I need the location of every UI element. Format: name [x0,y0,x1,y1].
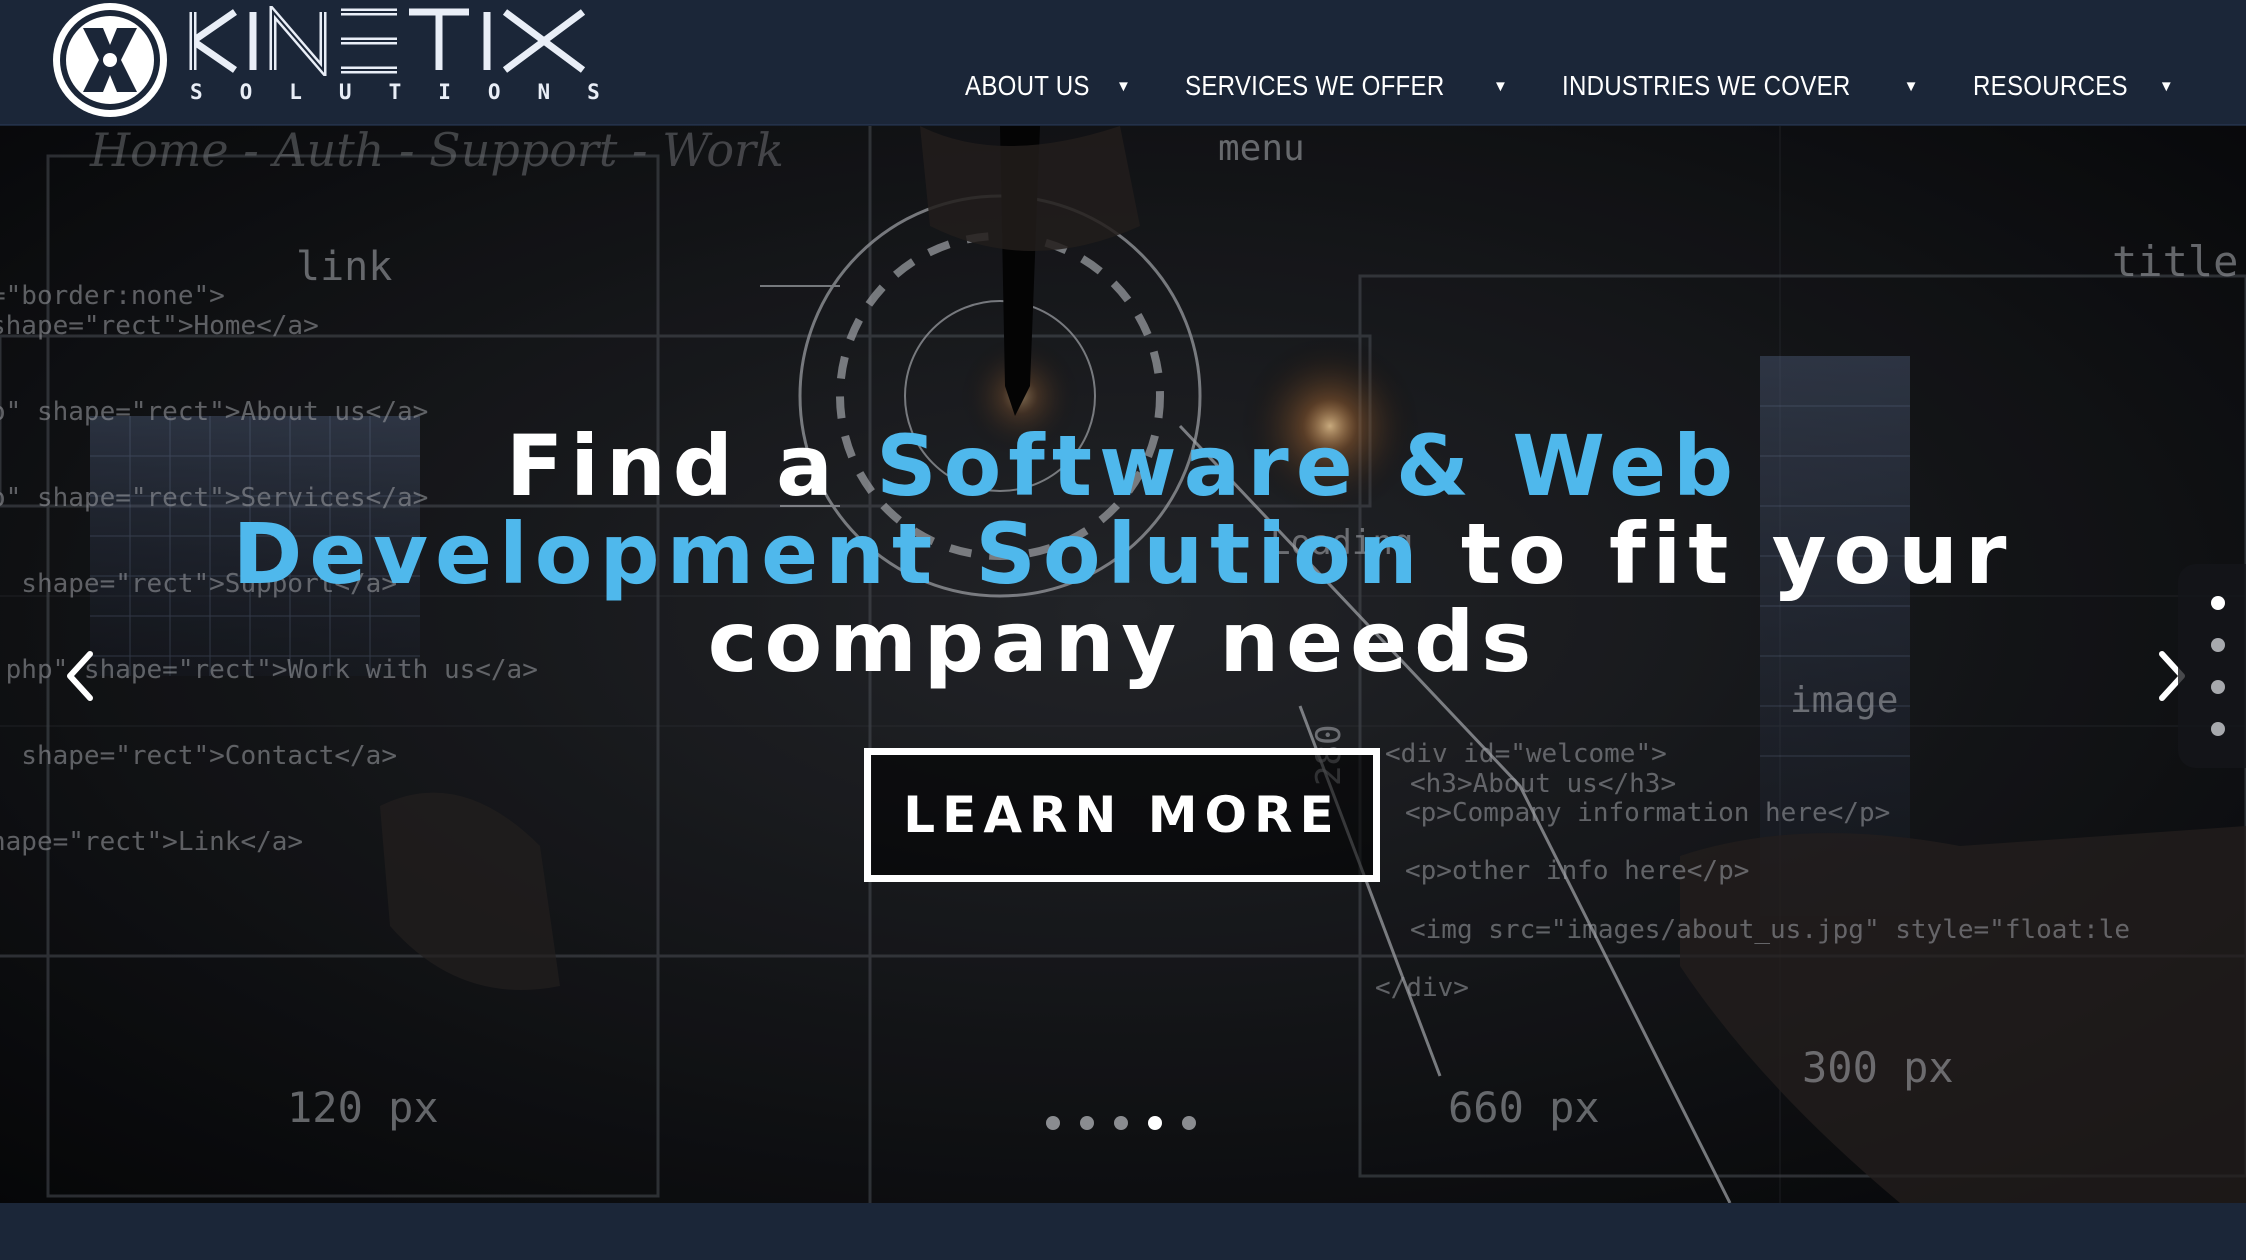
section-nav-dot[interactable] [2211,596,2225,610]
slider-dot[interactable] [1182,1116,1196,1130]
headline-line-3: company needs [0,598,2246,686]
slider-dot-active[interactable] [1148,1116,1162,1130]
caret-down-icon: ▼ [2158,77,2174,95]
caret-down-icon: ▼ [1492,77,1509,95]
logo-tagline: SOLUTIONS [190,80,637,104]
slider-pagination [1046,1116,1196,1130]
headline-accent-text: Software & Web [876,417,1741,515]
page-bottom-strip [0,1203,2246,1260]
headline-line-1: Find a Software & Web [0,422,2246,510]
nav-about-us[interactable]: ABOUT US ▼ [965,66,1131,106]
headline-line-2: Development Solution to fit your [0,510,2246,598]
caret-down-icon: ▼ [1903,77,1919,95]
nav-industries-label: INDUSTRIES WE COVER [1562,70,1851,101]
section-nav-dot[interactable] [2211,680,2225,694]
section-nav-dot[interactable] [2211,638,2225,652]
learn-more-button[interactable]: LEARN MORE [864,748,1380,882]
nav-services-label: SERVICES WE OFFER [1185,70,1445,101]
headline-text: Find a [505,417,877,515]
section-nav-rail [2178,564,2246,768]
headline-accent-text: Development Solution [232,505,1425,603]
site-header: SOLUTIONS ABOUT US ▼ SERVICES WE OFFER ▼… [0,0,2246,125]
nav-services-we-offer[interactable]: SERVICES WE OFFER ▼ [1185,66,1508,106]
learn-more-label: LEARN MORE [903,786,1341,844]
nav-industries-we-cover[interactable]: INDUSTRIES WE COVER ▼ [1562,66,1919,106]
main-nav: ABOUT US ▼ SERVICES WE OFFER ▼ INDUSTRIE… [911,66,2174,106]
chevron-left-icon [67,651,93,701]
headline-text: to fit your [1424,505,2014,603]
nav-about-us-label: ABOUT US [965,70,1090,101]
logo-wordmark [189,6,586,76]
headline-text: company needs [707,593,1539,691]
logo-badge-icon [53,3,167,117]
slider-dot[interactable] [1046,1116,1060,1130]
section-nav-dot[interactable] [2211,722,2225,736]
hero-headline: Find a Software & Web Development Soluti… [0,422,2246,686]
slider-dot[interactable] [1114,1116,1128,1130]
hero-slider: Home - Auth - Support - Work ="border:no… [0,126,2246,1203]
nav-resources[interactable]: RESOURCES ▼ [1973,66,2174,106]
slider-prev-button[interactable] [50,636,110,716]
nav-resources-label: RESOURCES [1972,70,2128,101]
logo[interactable]: SOLUTIONS [50,0,637,125]
slider-dot[interactable] [1080,1116,1094,1130]
caret-down-icon: ▼ [1116,77,1132,95]
